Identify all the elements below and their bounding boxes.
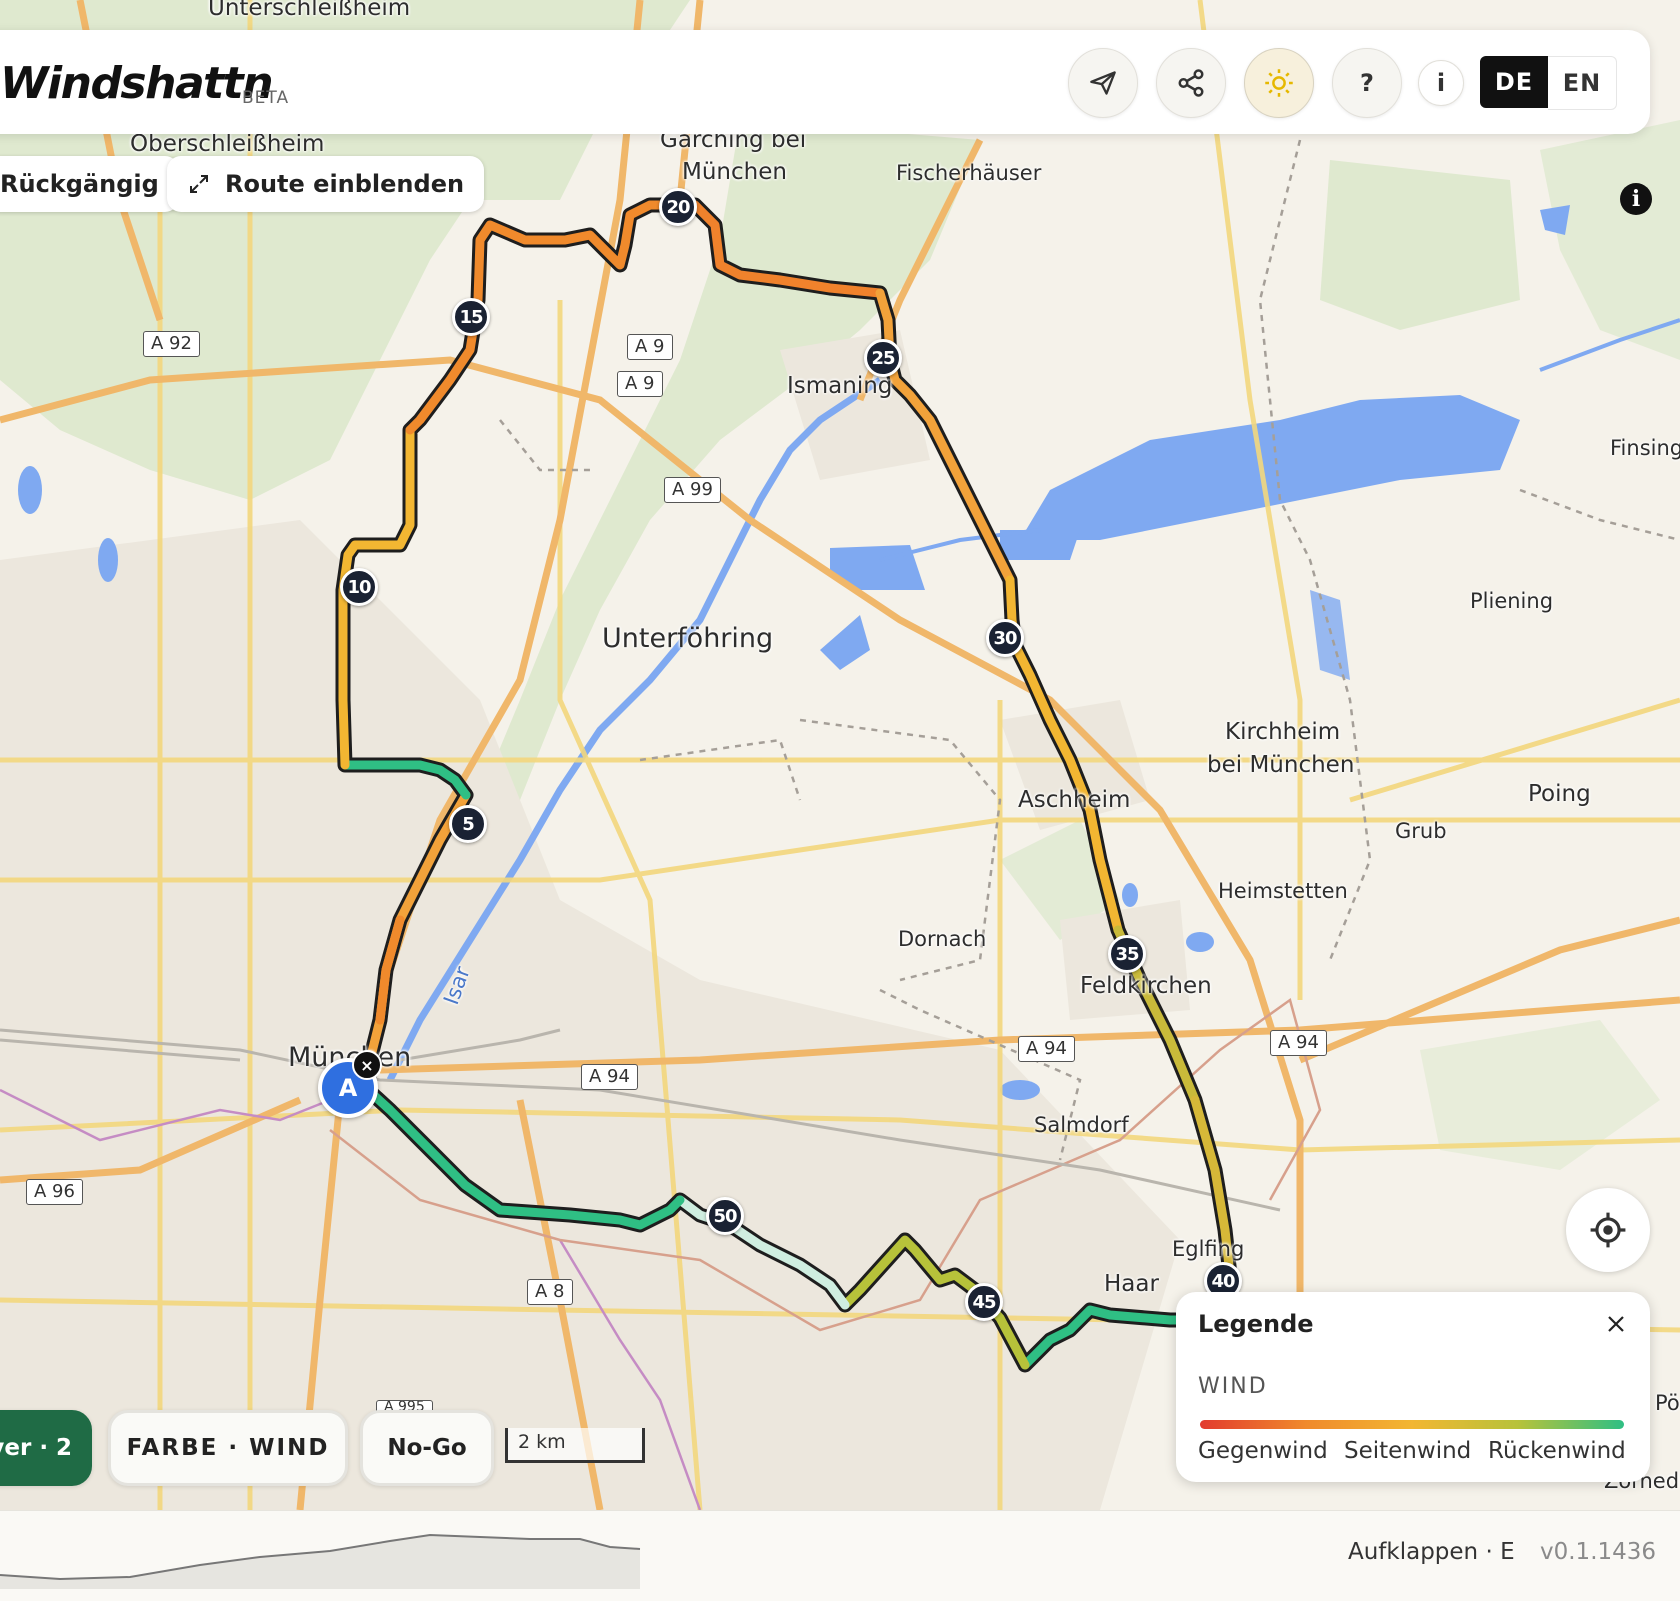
- legend-title: Legende: [1198, 1310, 1314, 1338]
- place-label: Pö: [1655, 1391, 1680, 1415]
- place-label: Dornach: [898, 927, 987, 951]
- route-marker[interactable]: 20: [659, 188, 697, 226]
- share-icon: [1178, 69, 1204, 97]
- legend-close-icon[interactable]: [1598, 1306, 1634, 1342]
- paper-plane-icon: [1090, 71, 1116, 95]
- legend-panel: Legende WIND Gegenwind Seitenwind Rücken…: [1176, 1292, 1650, 1482]
- place-label: München: [682, 159, 787, 185]
- crosshair-icon: [1590, 1212, 1626, 1248]
- color-mode-label: FARBE · WIND: [126, 1435, 330, 1461]
- place-label: Unterföhring: [602, 623, 774, 654]
- route-marker[interactable]: 35: [1108, 935, 1146, 973]
- locate-button[interactable]: [1566, 1188, 1650, 1272]
- legend-label-crosswind: Seitenwind: [1344, 1438, 1472, 1464]
- place-label: Fischerhäuser: [896, 161, 1042, 185]
- elevation-profile[interactable]: [0, 1517, 642, 1589]
- nogo-button[interactable]: No-Go: [360, 1410, 494, 1486]
- legend-label-tailwind: Rückenwind: [1488, 1438, 1626, 1464]
- place-label: Salmdorf: [1034, 1113, 1129, 1137]
- footer-bar: Aufklappen · E v0.1.1436: [0, 1510, 1680, 1601]
- road-shield: A 94: [1018, 1036, 1075, 1062]
- road-shield: A 99: [664, 477, 721, 503]
- route-marker[interactable]: 25: [864, 339, 902, 377]
- map-info-icon[interactable]: i: [1620, 183, 1652, 215]
- place-label: Aschheim: [1018, 787, 1131, 813]
- place-label: Oberschleißheim: [130, 131, 325, 157]
- version-label: v0.1.1436: [1540, 1539, 1657, 1565]
- place-label: Kirchheim: [1225, 719, 1341, 745]
- undo-button[interactable]: Rückgängig: [0, 156, 179, 212]
- legend-section-title: WIND: [1198, 1374, 1268, 1399]
- route-marker[interactable]: 10: [340, 568, 378, 606]
- lang-de-button[interactable]: DE: [1480, 56, 1548, 108]
- place-label: Unterschleißheim: [208, 0, 411, 21]
- lang-en-button[interactable]: EN: [1548, 56, 1617, 110]
- legend-label-headwind: Gegenwind: [1198, 1438, 1328, 1464]
- send-button[interactable]: [1068, 48, 1138, 118]
- place-label: Eglfing: [1172, 1237, 1245, 1261]
- route-marker[interactable]: 30: [986, 619, 1024, 657]
- layers-button[interactable]: Layer · 2: [0, 1410, 92, 1486]
- road-shield: A 94: [581, 1064, 638, 1090]
- share-button[interactable]: [1156, 48, 1226, 118]
- road-shield: A 9: [617, 371, 663, 397]
- show-route-button[interactable]: Route einblenden: [167, 156, 485, 212]
- route-marker[interactable]: 45: [965, 1283, 1003, 1321]
- place-label: Haar: [1104, 1271, 1159, 1297]
- place-label: Grub: [1395, 819, 1447, 843]
- road-shield: A 8: [527, 1279, 573, 1305]
- info-label: i: [1436, 69, 1446, 97]
- route-marker[interactable]: 5: [449, 805, 487, 843]
- nogo-label: No-Go: [387, 1435, 467, 1461]
- place-label: Poing: [1528, 781, 1591, 807]
- theme-button[interactable]: [1244, 48, 1314, 118]
- help-label: ?: [1360, 69, 1374, 97]
- layers-label: Layer · 2: [0, 1435, 73, 1461]
- start-marker-label: A: [338, 1074, 358, 1102]
- remove-point-icon[interactable]: ×: [352, 1050, 382, 1080]
- help-button[interactable]: ?: [1332, 48, 1402, 118]
- expand-footer-button[interactable]: Aufklappen · E: [1348, 1539, 1515, 1565]
- map-canvas[interactable]: [0, 0, 1680, 1510]
- road-shield: A 9: [627, 334, 673, 360]
- place-label: bei München: [1207, 752, 1355, 778]
- place-label: Ismaning: [787, 373, 893, 399]
- place-label: Pliening: [1470, 589, 1554, 613]
- route-marker[interactable]: 50: [706, 1197, 744, 1235]
- place-label: Feldkirchen: [1080, 973, 1212, 999]
- app-logo: Windshattn: [0, 58, 274, 109]
- road-shield: A 96: [26, 1179, 83, 1205]
- route-marker[interactable]: 15: [452, 298, 490, 336]
- scale-label: 2 km: [518, 1431, 566, 1453]
- show-route-label: Route einblenden: [225, 170, 465, 198]
- wind-gradient-bar: [1200, 1420, 1624, 1429]
- place-label: Finsing: [1610, 436, 1680, 460]
- scale-bar: 2 km: [505, 1428, 645, 1463]
- color-mode-button[interactable]: FARBE · WIND: [108, 1410, 348, 1486]
- beta-badge: BETA: [242, 88, 290, 108]
- road-shield: A 94: [1270, 1030, 1327, 1056]
- expand-icon: [190, 175, 208, 193]
- place-label: Heimstetten: [1218, 879, 1348, 903]
- road-shield: A 92: [143, 331, 200, 357]
- info-button[interactable]: i: [1418, 60, 1464, 106]
- undo-label: Rückgängig: [0, 170, 159, 198]
- sun-icon: [1265, 69, 1293, 97]
